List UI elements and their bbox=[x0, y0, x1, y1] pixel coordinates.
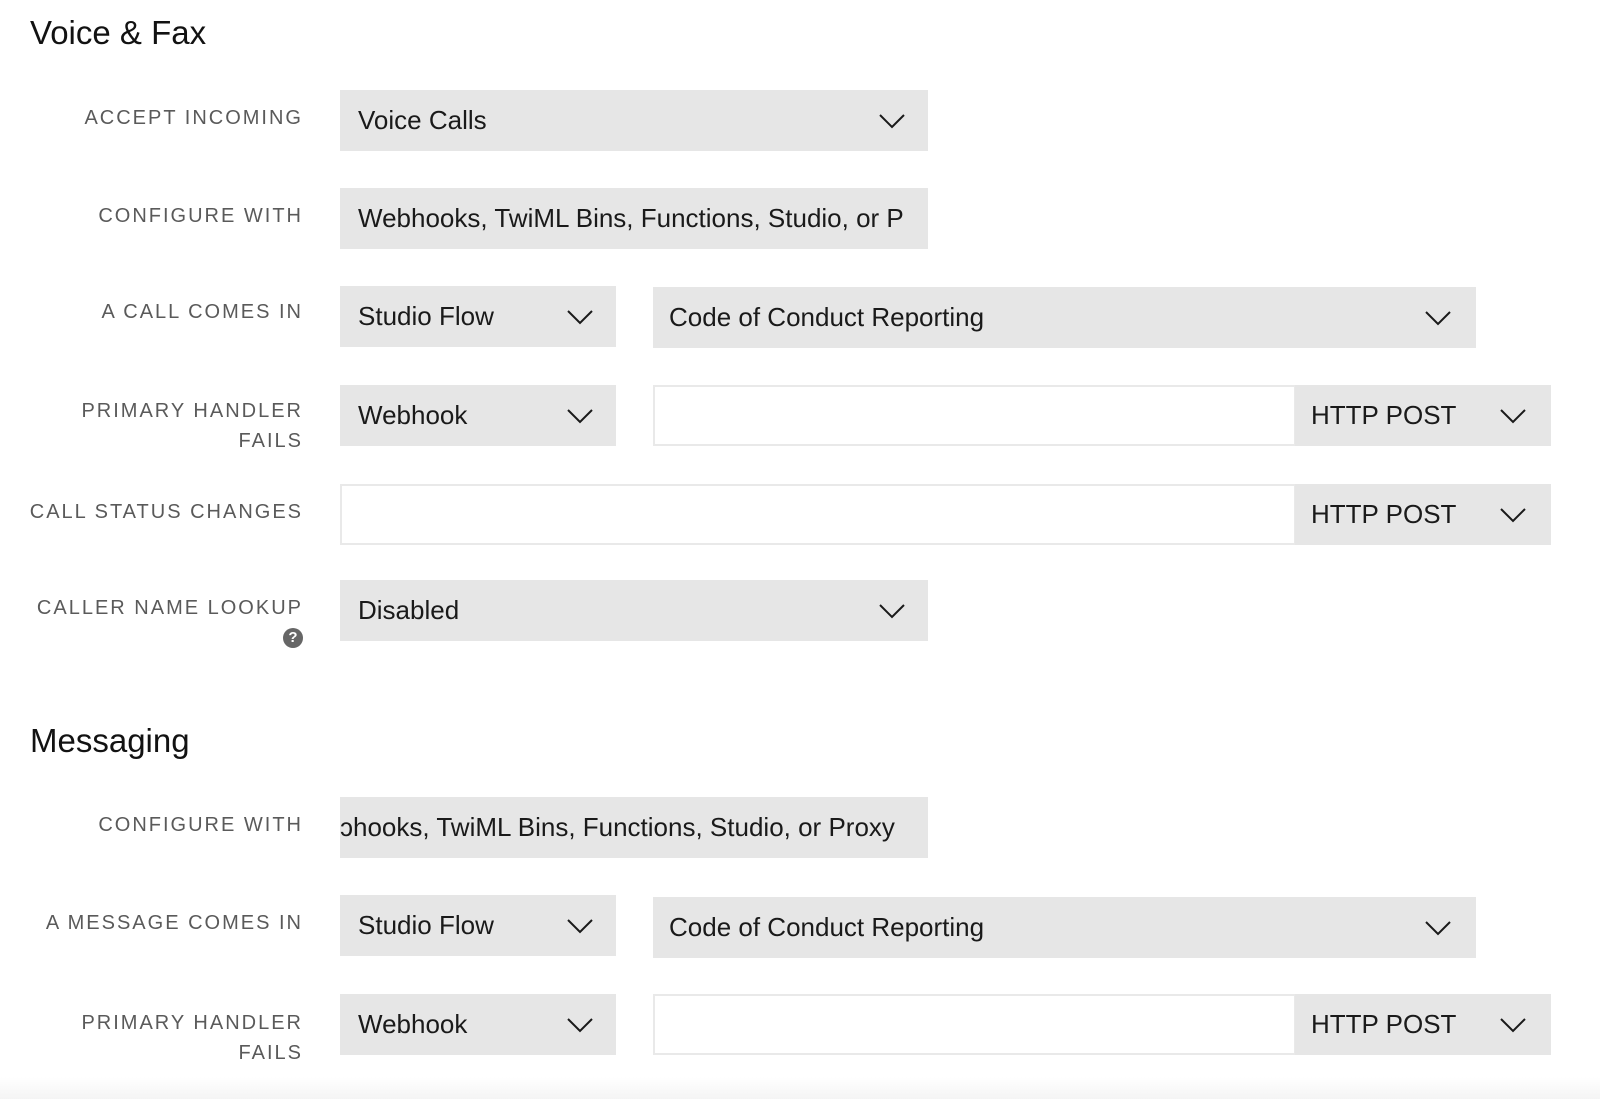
help-icon[interactable]: ? bbox=[283, 628, 303, 648]
caller-name-lookup-select[interactable]: Disabled bbox=[340, 580, 928, 641]
label-line: FAILS bbox=[238, 430, 303, 452]
chevron-down-icon bbox=[566, 918, 594, 934]
label-call-status-changes: CALL STATUS CHANGES bbox=[29, 501, 303, 523]
label-line: FAILS bbox=[238, 1042, 303, 1064]
call-comes-in-type-value: Studio Flow bbox=[358, 301, 494, 331]
section-title-messaging: Messaging bbox=[30, 722, 190, 759]
message-comes-in-type-select[interactable]: Studio Flow bbox=[340, 895, 616, 956]
message-comes-in-type-value: Studio Flow bbox=[358, 910, 494, 940]
voice-configure-with-select[interactable]: Webhooks, TwiML Bins, Functions, Studio,… bbox=[340, 188, 928, 249]
chevron-down-icon bbox=[1499, 1017, 1527, 1033]
voice-fallback-url-input[interactable] bbox=[653, 385, 1296, 446]
label-configure-with: CONFIGURE WITH bbox=[98, 814, 303, 836]
chevron-down-icon bbox=[878, 603, 906, 619]
voice-fallback-type-value: Webhook bbox=[358, 400, 468, 430]
section-title-voice-fax: Voice & Fax bbox=[30, 14, 207, 51]
voice-fallback-type-select[interactable]: Webhook bbox=[340, 385, 616, 446]
message-fallback-url-input[interactable] bbox=[653, 994, 1296, 1055]
status-callback-url-input[interactable] bbox=[340, 484, 1296, 545]
voice-fallback-method-value: HTTP POST bbox=[1311, 400, 1457, 430]
voice-fallback-method-select[interactable]: HTTP POST bbox=[1295, 385, 1551, 446]
chevron-down-icon bbox=[566, 309, 594, 325]
caller-name-lookup-value: Disabled bbox=[358, 595, 460, 625]
label-line: PRIMARY HANDLER bbox=[81, 1012, 303, 1034]
status-callback-method-select[interactable]: HTTP POST bbox=[1295, 484, 1551, 545]
call-comes-in-flow-value: Code of Conduct Reporting bbox=[669, 302, 985, 332]
chevron-down-icon bbox=[1424, 310, 1452, 326]
label-line: PRIMARY HANDLER bbox=[81, 400, 303, 422]
label-primary-handler-fails: PRIMARY HANDLER FAILS bbox=[0, 396, 303, 456]
bottom-fade bbox=[0, 1077, 1600, 1099]
message-fallback-method-value: HTTP POST bbox=[1311, 1009, 1457, 1039]
voice-configure-with-value: Webhooks, TwiML Bins, Functions, Studio,… bbox=[358, 203, 904, 233]
message-comes-in-flow-value: Code of Conduct Reporting bbox=[669, 912, 985, 942]
messaging-configure-with-value: ɔhooks, TwiML Bins, Functions, Studio, o… bbox=[340, 812, 895, 842]
label-primary-handler-fails: PRIMARY HANDLER FAILS bbox=[0, 1008, 303, 1068]
status-callback-method-value: HTTP POST bbox=[1311, 499, 1457, 529]
label-call-comes-in: A CALL COMES IN bbox=[101, 301, 303, 323]
chevron-down-icon bbox=[566, 1017, 594, 1033]
label-caller-name-lookup: CALLER NAME LOOKUP bbox=[36, 597, 303, 619]
message-comes-in-flow-select[interactable]: Code of Conduct Reporting bbox=[653, 897, 1476, 958]
message-fallback-type-select[interactable]: Webhook bbox=[340, 994, 616, 1055]
chevron-down-icon bbox=[1499, 507, 1527, 523]
chevron-down-icon bbox=[1499, 408, 1527, 424]
label-configure-with: CONFIGURE WITH bbox=[98, 205, 303, 227]
chevron-down-icon bbox=[878, 113, 906, 129]
call-comes-in-flow-select[interactable]: Code of Conduct Reporting bbox=[653, 287, 1476, 348]
chevron-down-icon bbox=[1424, 920, 1452, 936]
message-fallback-type-value: Webhook bbox=[358, 1009, 468, 1039]
label-accept-incoming: ACCEPT INCOMING bbox=[84, 107, 303, 129]
message-fallback-method-select[interactable]: HTTP POST bbox=[1295, 994, 1551, 1055]
messaging-configure-with-select[interactable]: ɔhooks, TwiML Bins, Functions, Studio, o… bbox=[340, 797, 928, 858]
chevron-down-icon bbox=[566, 408, 594, 424]
accept-incoming-value: Voice Calls bbox=[358, 105, 487, 135]
label-message-comes-in: A MESSAGE COMES IN bbox=[45, 912, 303, 934]
call-comes-in-type-select[interactable]: Studio Flow bbox=[340, 286, 616, 347]
accept-incoming-select[interactable]: Voice Calls bbox=[340, 90, 928, 151]
